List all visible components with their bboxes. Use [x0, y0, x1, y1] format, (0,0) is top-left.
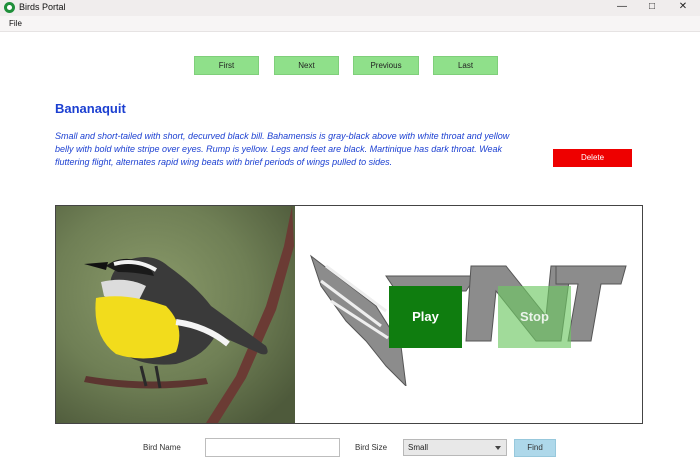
minimize-icon[interactable]: —: [607, 0, 637, 16]
bird-size-label: Bird Size: [355, 443, 388, 452]
bird-description: Small and short-tailed with short, decur…: [55, 131, 510, 167]
app-logo-icon: [4, 2, 15, 13]
unt-logo: [306, 246, 636, 388]
first-button[interactable]: First: [194, 56, 259, 75]
menu-bar: File: [0, 16, 700, 32]
stop-button[interactable]: Stop: [498, 286, 571, 348]
last-button[interactable]: Last: [433, 56, 498, 75]
next-button[interactable]: Next: [274, 56, 339, 75]
delete-button[interactable]: Delete: [553, 149, 632, 167]
menu-file[interactable]: File: [9, 19, 22, 28]
window-title: Birds Portal: [19, 2, 66, 12]
previous-button[interactable]: Previous: [353, 56, 419, 75]
find-button[interactable]: Find: [514, 439, 556, 457]
chevron-down-icon: [495, 446, 501, 450]
title-bar: Birds Portal — □ ✕: [0, 0, 700, 16]
close-icon[interactable]: ✕: [668, 0, 698, 16]
bird-name-heading: Bananaquit: [55, 101, 126, 116]
bird-size-value: Small: [408, 443, 429, 452]
bird-photo: [56, 206, 295, 423]
maximize-icon[interactable]: □: [637, 0, 667, 16]
media-panel: Play Stop: [55, 205, 643, 424]
bird-name-label: Bird Name: [143, 443, 181, 452]
play-button[interactable]: Play: [389, 286, 462, 348]
bird-size-select[interactable]: Small: [403, 439, 507, 456]
bird-name-input[interactable]: [205, 438, 340, 457]
